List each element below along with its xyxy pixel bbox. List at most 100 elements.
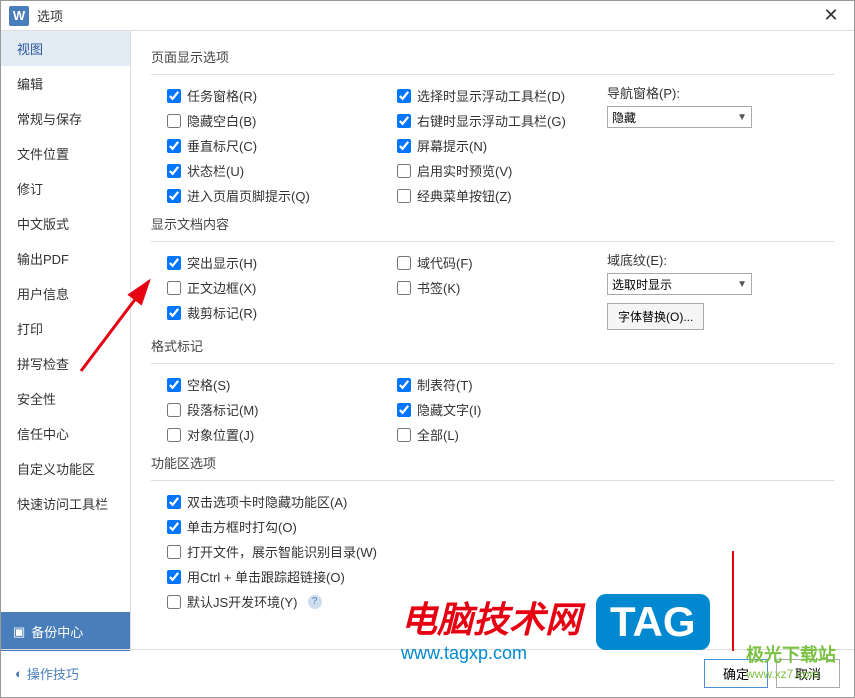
cb-crop-marks-input[interactable] — [167, 306, 181, 320]
divider — [151, 74, 834, 75]
cb-text-border-input[interactable] — [167, 281, 181, 295]
cb-classic-menu-btn-input[interactable] — [397, 189, 411, 203]
cb-all[interactable]: 全部(L) — [381, 422, 591, 447]
divider — [151, 363, 834, 364]
field-shading-value: 选取时显示 — [612, 276, 672, 293]
dropdown-arrow-icon: ▼ — [737, 112, 747, 123]
titlebar: W 选项 ✕ — [1, 1, 854, 31]
divider — [151, 241, 834, 242]
section-page-display-title: 页面显示选项 — [151, 41, 834, 72]
sidebar-item-output-pdf[interactable]: 输出PDF — [1, 241, 130, 276]
section-ribbon-options-title: 功能区选项 — [151, 447, 834, 478]
cb-click-box-check[interactable]: 单击方框时打勾(O) — [151, 514, 834, 539]
sidebar: 视图 编辑 常规与保存 文件位置 修订 中文版式 输出PDF 用户信息 打印 拼… — [1, 31, 131, 651]
cb-screen-tips[interactable]: 屏幕提示(N) — [381, 133, 591, 158]
sidebar-item-security[interactable]: 安全性 — [1, 381, 130, 416]
content-panel: 页面显示选项 任务窗格(R) 隐藏空白(B) 垂直标尺(C) 状态栏(U) 进入… — [131, 31, 854, 651]
cb-header-footer-hint[interactable]: 进入页眉页脚提示(Q) — [151, 183, 381, 208]
nav-pane-select[interactable]: 隐藏 ▼ — [607, 106, 752, 128]
cb-hide-blank[interactable]: 隐藏空白(B) — [151, 108, 381, 133]
field-shading-select[interactable]: 选取时显示 ▼ — [607, 273, 752, 295]
nav-pane-value: 隐藏 — [612, 109, 636, 126]
cb-paragraph-marks[interactable]: 段落标记(M) — [151, 397, 381, 422]
sidebar-item-spell-check[interactable]: 拼写检查 — [1, 346, 130, 381]
sidebar-item-quick-access[interactable]: 快速访问工具栏 — [1, 486, 130, 521]
section-format-marks-title: 格式标记 — [151, 330, 834, 361]
font-substitute-button[interactable]: 字体替换(O)... — [607, 303, 704, 330]
field-shading-label: 域底纹(E): — [591, 250, 771, 269]
ok-button[interactable]: 确定 — [704, 659, 768, 688]
cb-select-float-toolbar[interactable]: 选择时显示浮动工具栏(D) — [381, 83, 591, 108]
cb-ctrl-click-link[interactable]: 用Ctrl + 单击跟踪超链接(O) — [151, 564, 834, 589]
cb-field-codes-input[interactable] — [397, 256, 411, 270]
cb-tabs[interactable]: 制表符(T) — [381, 372, 591, 397]
sidebar-item-file-location[interactable]: 文件位置 — [1, 136, 130, 171]
cb-vertical-ruler-input[interactable] — [167, 139, 181, 153]
cb-hidden-text-input[interactable] — [397, 403, 411, 417]
cb-ctrl-click-link-input[interactable] — [167, 570, 181, 584]
cb-field-codes[interactable]: 域代码(F) — [381, 250, 591, 275]
tips-label: 操作技巧 — [27, 664, 79, 683]
backup-icon: ▣ — [13, 624, 25, 640]
cb-status-bar-input[interactable] — [167, 164, 181, 178]
main-area: 视图 编辑 常规与保存 文件位置 修订 中文版式 输出PDF 用户信息 打印 拼… — [1, 31, 854, 651]
cb-task-pane[interactable]: 任务窗格(R) — [151, 83, 381, 108]
cb-all-input[interactable] — [397, 428, 411, 442]
sidebar-item-print[interactable]: 打印 — [1, 311, 130, 346]
dropdown-arrow-icon: ▼ — [737, 279, 747, 290]
cb-highlight-input[interactable] — [167, 256, 181, 270]
cb-object-position-input[interactable] — [167, 428, 181, 442]
sidebar-item-edit[interactable]: 编辑 — [1, 66, 130, 101]
sidebar-item-user-info[interactable]: 用户信息 — [1, 276, 130, 311]
cb-status-bar[interactable]: 状态栏(U) — [151, 158, 381, 183]
footer: ◐ 操作技巧 确定 取消 — [1, 649, 854, 697]
cb-task-pane-input[interactable] — [167, 89, 181, 103]
backup-center-button[interactable]: ▣ 备份中心 — [1, 612, 130, 651]
cb-dblclick-hide-ribbon-input[interactable] — [167, 495, 181, 509]
cb-hidden-text[interactable]: 隐藏文字(I) — [381, 397, 591, 422]
tips-icon: ◐ — [15, 666, 23, 681]
cb-screen-tips-input[interactable] — [397, 139, 411, 153]
cb-live-preview[interactable]: 启用实时预览(V) — [381, 158, 591, 183]
sidebar-item-view[interactable]: 视图 — [1, 31, 130, 66]
cb-bookmarks-input[interactable] — [397, 281, 411, 295]
cb-object-position[interactable]: 对象位置(J) — [151, 422, 381, 447]
sidebar-item-customize-ribbon[interactable]: 自定义功能区 — [1, 451, 130, 486]
cb-text-border[interactable]: 正文边框(X) — [151, 275, 381, 300]
cb-rightclick-float-toolbar[interactable]: 右键时显示浮动工具栏(G) — [381, 108, 591, 133]
cb-vertical-ruler[interactable]: 垂直标尺(C) — [151, 133, 381, 158]
section-doc-content-title: 显示文档内容 — [151, 208, 834, 239]
cb-bookmarks[interactable]: 书签(K) — [381, 275, 591, 300]
cb-crop-marks[interactable]: 裁剪标记(R) — [151, 300, 381, 325]
app-icon: W — [9, 6, 29, 26]
cb-open-smart-toc[interactable]: 打开文件，展示智能识别目录(W) — [151, 539, 834, 564]
cb-dblclick-hide-ribbon[interactable]: 双击选项卡时隐藏功能区(A) — [151, 489, 834, 514]
tips-link[interactable]: ◐ 操作技巧 — [15, 664, 79, 683]
sidebar-item-general-save[interactable]: 常规与保存 — [1, 101, 130, 136]
help-icon[interactable]: ? — [308, 595, 322, 609]
cb-click-box-check-input[interactable] — [167, 520, 181, 534]
cancel-button[interactable]: 取消 — [776, 659, 840, 688]
cb-default-js-dev-input[interactable] — [167, 595, 181, 609]
cb-open-smart-toc-input[interactable] — [167, 545, 181, 559]
cb-paragraph-marks-input[interactable] — [167, 403, 181, 417]
cb-spaces-input[interactable] — [167, 378, 181, 392]
cb-highlight[interactable]: 突出显示(H) — [151, 250, 381, 275]
sidebar-item-chinese-layout[interactable]: 中文版式 — [1, 206, 130, 241]
window-title: 选项 — [37, 6, 63, 25]
nav-pane-label: 导航窗格(P): — [591, 83, 771, 102]
cb-rightclick-float-toolbar-input[interactable] — [397, 114, 411, 128]
divider — [151, 480, 834, 481]
cb-tabs-input[interactable] — [397, 378, 411, 392]
cb-live-preview-input[interactable] — [397, 164, 411, 178]
cb-hide-blank-input[interactable] — [167, 114, 181, 128]
sidebar-item-trust-center[interactable]: 信任中心 — [1, 416, 130, 451]
sidebar-item-revision[interactable]: 修订 — [1, 171, 130, 206]
close-button[interactable]: ✕ — [816, 5, 846, 26]
backup-label: 备份中心 — [31, 622, 83, 641]
cb-classic-menu-btn[interactable]: 经典菜单按钮(Z) — [381, 183, 591, 208]
cb-default-js-dev[interactable]: 默认JS开发环境(Y)? — [151, 589, 834, 614]
cb-select-float-toolbar-input[interactable] — [397, 89, 411, 103]
cb-header-footer-hint-input[interactable] — [167, 189, 181, 203]
cb-spaces[interactable]: 空格(S) — [151, 372, 381, 397]
